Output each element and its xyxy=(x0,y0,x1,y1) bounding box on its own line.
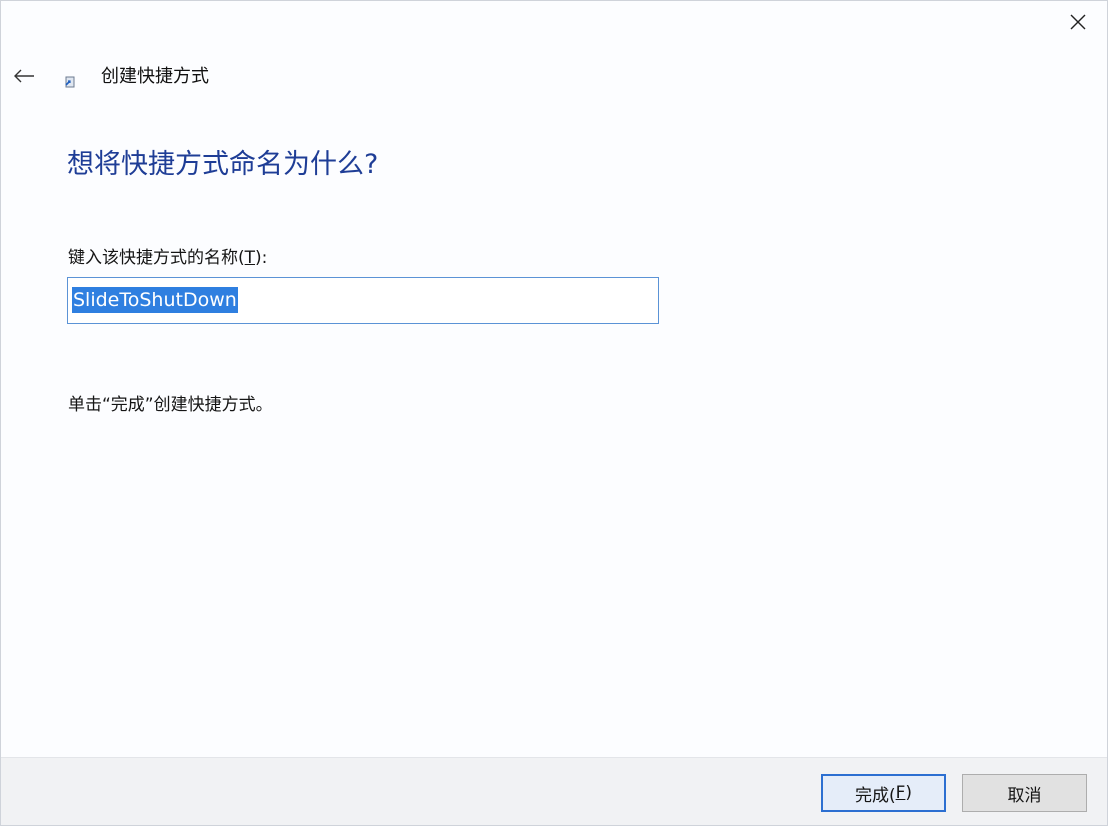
shortcut-name-value: SlideToShutDown xyxy=(72,287,238,313)
page-heading: 想将快捷方式命名为什么? xyxy=(67,149,379,180)
finish-instruction: 单击“完成”创建快捷方式。 xyxy=(68,395,273,415)
finish-label-accelerator: F xyxy=(895,783,906,803)
name-label-prefix: 键入该快捷方式的名称( xyxy=(68,248,245,268)
name-label-accelerator: T xyxy=(244,248,256,268)
shortcut-name-input[interactable]: SlideToShutDown xyxy=(67,277,659,324)
wizard-title: 创建快捷方式 xyxy=(101,66,209,87)
finish-label-suffix: ) xyxy=(905,783,913,803)
shortcut-wizard-icon xyxy=(65,76,75,88)
create-shortcut-dialog: 创建快捷方式 想将快捷方式命名为什么? 键入该快捷方式的名称(T): Slide… xyxy=(0,0,1108,826)
name-label-suffix: ): xyxy=(255,248,268,268)
name-field-label: 键入该快捷方式的名称(T): xyxy=(68,246,267,270)
close-icon xyxy=(1070,14,1086,30)
finish-button[interactable]: 完成(F) xyxy=(821,774,946,812)
back-arrow-icon xyxy=(14,69,34,83)
finish-label-prefix: 完成( xyxy=(854,785,896,806)
close-button[interactable] xyxy=(1059,7,1097,37)
cancel-button[interactable]: 取消 xyxy=(962,774,1087,812)
back-button[interactable] xyxy=(9,61,39,91)
dialog-footer: 完成(F) 取消 xyxy=(1,757,1107,825)
